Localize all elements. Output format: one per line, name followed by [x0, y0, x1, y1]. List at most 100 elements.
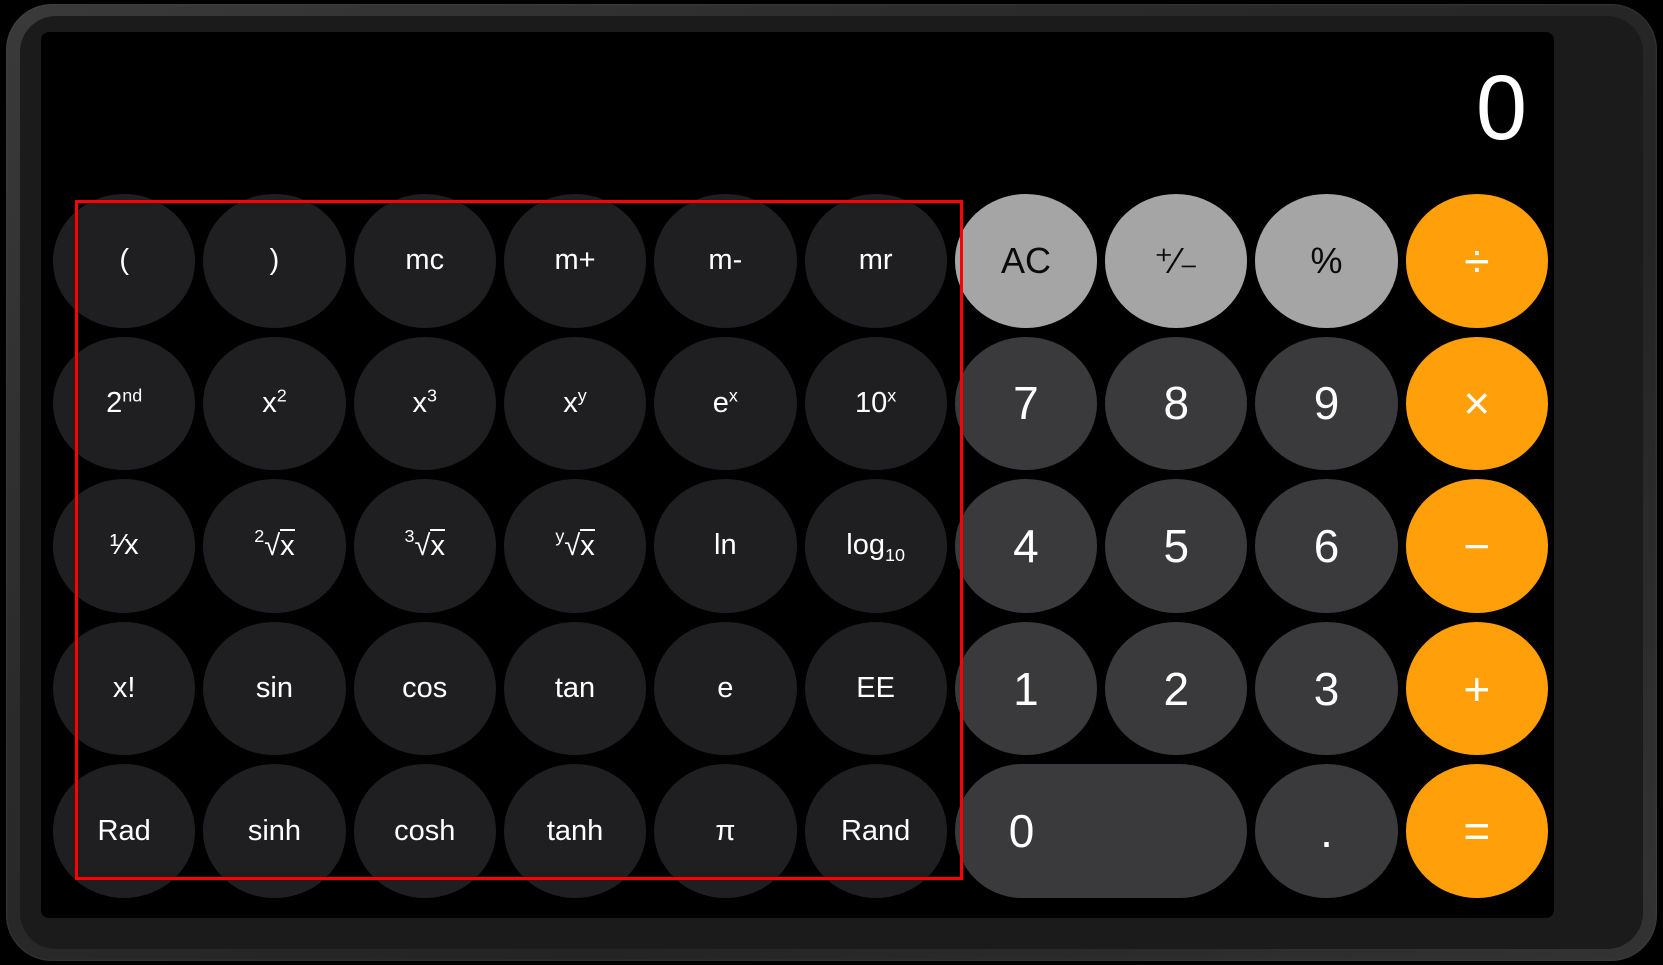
key-label: (: [119, 244, 129, 277]
key-label: ln: [714, 529, 737, 562]
key-memory-subtract[interactable]: m-: [654, 194, 797, 328]
key-label: ): [269, 244, 280, 277]
key-label: tanh: [546, 814, 604, 847]
key-euler-number[interactable]: e: [654, 621, 797, 756]
key-hyperbolic-sine[interactable]: sinh: [203, 764, 346, 898]
key-cube-root[interactable]: 3 √x: [353, 479, 496, 613]
key-x-to-the-y[interactable]: xy: [503, 336, 647, 471]
key-label: 10x: [855, 385, 897, 419]
key-label: AC: [1000, 239, 1051, 281]
key-label: m-: [708, 244, 743, 277]
calculator-screen: 0 () mc m+ m-mr AC ⁺⁄₋% ÷ 2nd x2 x3 xy ex 10x 7 8 9 × ¹⁄x…: [41, 32, 1554, 918]
key-label: 1: [1013, 662, 1039, 715]
key-label: ex: [712, 385, 738, 419]
key-label: π: [715, 814, 736, 847]
key-0[interactable]: 0: [954, 764, 1248, 898]
key-9[interactable]: 9: [1255, 336, 1398, 471]
key-square-root[interactable]: 2 √x: [203, 479, 346, 613]
key-label: %: [1310, 239, 1343, 281]
key-label: tan: [554, 672, 596, 705]
key-label: 6: [1313, 519, 1340, 572]
key-label: 2: [1163, 662, 1190, 715]
device-bezel: 0 () mc m+ m-mr AC ⁺⁄₋% ÷ 2nd x2 x3 xy ex 10x 7 8 9 × ¹⁄x…: [20, 16, 1643, 949]
key-label: 4: [1013, 519, 1039, 572]
key-all-clear[interactable]: AC: [954, 194, 1098, 328]
key-factorial[interactable]: x!: [53, 621, 196, 756]
key-8[interactable]: 8: [1105, 336, 1248, 471]
key-y-root-of-x[interactable]: y √x: [503, 479, 647, 613]
device-frame: 0 () mc m+ m-mr AC ⁺⁄₋% ÷ 2nd x2 x3 xy ex 10x 7 8 9 × ¹⁄x…: [6, 4, 1657, 961]
key-5[interactable]: 5: [1105, 479, 1248, 613]
key-2[interactable]: 2: [1105, 621, 1248, 756]
key-label: 2nd: [106, 385, 143, 419]
key-label: 3: [1313, 662, 1340, 715]
key-memory-add[interactable]: m+: [503, 194, 647, 328]
key-label: ÷: [1464, 234, 1490, 287]
display-value: 0: [1475, 57, 1527, 159]
key-plus-minus[interactable]: ⁺⁄₋: [1105, 194, 1248, 328]
key-log-base-10[interactable]: log10: [804, 479, 947, 613]
key-add[interactable]: +: [1405, 621, 1548, 756]
key-label: Rad: [97, 814, 151, 847]
key-e-to-the-x[interactable]: ex: [654, 336, 797, 471]
key-label: 0: [1008, 805, 1035, 858]
key-label: 7: [1013, 377, 1039, 430]
key-pi[interactable]: π: [654, 764, 797, 898]
key-memory-recall[interactable]: mr: [804, 194, 947, 328]
key-label: y √x: [555, 525, 595, 562]
key-label: =: [1463, 805, 1491, 858]
key-label: ⁺⁄₋: [1154, 239, 1199, 281]
key-label: log10: [846, 529, 905, 566]
key-label: mc: [405, 244, 445, 277]
key-random[interactable]: Rand: [804, 764, 947, 898]
key-label: e: [717, 672, 734, 705]
key-x-squared[interactable]: x2: [203, 336, 346, 471]
key-label: 8: [1163, 377, 1190, 430]
key-x-cubed[interactable]: x3: [353, 336, 496, 471]
key-exponent-entry[interactable]: EE: [804, 621, 947, 756]
key-subtract[interactable]: −: [1405, 479, 1548, 613]
key-hyperbolic-tangent[interactable]: tanh: [503, 764, 647, 898]
key-percent[interactable]: %: [1255, 194, 1398, 328]
key-label: EE: [856, 672, 895, 705]
key-sine[interactable]: sin: [203, 621, 346, 756]
key-label: x2: [262, 385, 287, 419]
key-multiply[interactable]: ×: [1405, 336, 1548, 471]
key-label: +: [1463, 662, 1491, 715]
key-label: ¹⁄x: [109, 529, 139, 562]
key-label: cos: [402, 672, 448, 705]
key-label: Rand: [840, 814, 911, 847]
key-label: mr: [858, 244, 893, 277]
key-3[interactable]: 3: [1255, 621, 1398, 756]
key-decimal-point[interactable]: .: [1255, 764, 1398, 898]
display-area: 0: [41, 32, 1554, 184]
key-hyperbolic-cosine[interactable]: cosh: [353, 764, 496, 898]
key-label: xy: [563, 385, 587, 419]
key-radians-toggle[interactable]: Rad: [53, 764, 196, 898]
key-1[interactable]: 1: [954, 621, 1098, 756]
key-label: .: [1320, 805, 1333, 858]
key-label: x3: [412, 385, 437, 419]
key-ten-to-the-x[interactable]: 10x: [804, 336, 947, 471]
key-4[interactable]: 4: [954, 479, 1098, 613]
keypad: () mc m+ m-mr AC ⁺⁄₋% ÷ 2nd x2 x3 xy ex 10x 7 8 9 × ¹⁄x 2 √…: [41, 184, 1554, 918]
key-cosine[interactable]: cos: [353, 621, 496, 756]
key-equals[interactable]: =: [1405, 764, 1548, 898]
key-label: sin: [255, 672, 293, 705]
key-label: ×: [1463, 377, 1491, 430]
key-6[interactable]: 6: [1255, 479, 1398, 613]
key-label: x!: [112, 672, 136, 705]
key-natural-log[interactable]: ln: [654, 479, 797, 613]
key-label: −: [1463, 519, 1491, 572]
key-label: 5: [1163, 519, 1190, 572]
key-close-paren[interactable]: ): [203, 194, 346, 328]
key-7[interactable]: 7: [954, 336, 1098, 471]
key-reciprocal[interactable]: ¹⁄x: [53, 479, 196, 613]
key-open-paren[interactable]: (: [53, 194, 196, 328]
key-divide[interactable]: ÷: [1405, 194, 1548, 328]
key-second-function[interactable]: 2nd: [53, 336, 196, 471]
key-label: 2 √x: [254, 525, 295, 562]
key-label: cosh: [394, 814, 456, 847]
key-memory-clear[interactable]: mc: [353, 194, 496, 328]
key-tangent[interactable]: tan: [503, 621, 647, 756]
